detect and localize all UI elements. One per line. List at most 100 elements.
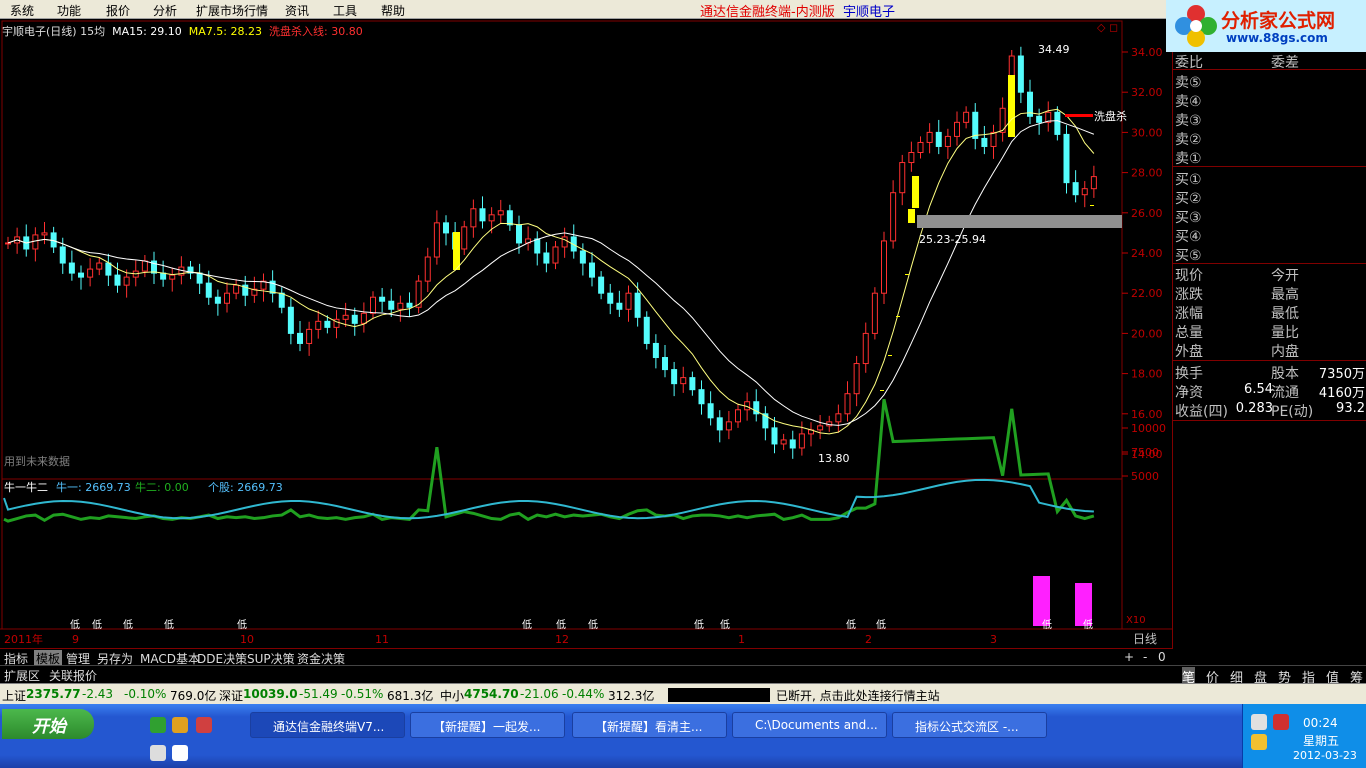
panel-sep xyxy=(1173,420,1366,421)
quicklaunch-keyboard-icon[interactable] xyxy=(150,745,166,761)
index-change-0: -2.43 xyxy=(82,687,114,701)
candle-body xyxy=(87,268,94,278)
candle-body xyxy=(899,162,906,194)
sell-level-4: 卖④ xyxy=(1175,94,1202,110)
candle-body xyxy=(479,208,486,222)
zoom-out-button[interactable]: - xyxy=(1143,650,1147,664)
candle-body xyxy=(662,357,668,371)
stat-value-2: 0.283 xyxy=(1235,401,1273,416)
quicklaunch-help-icon[interactable] xyxy=(172,745,188,761)
taskbar-button-4[interactable]: 指标公式交流区 -... xyxy=(892,712,1047,738)
zoom-reset-button[interactable]: 0 xyxy=(1158,650,1166,664)
y-tick-label: 28.00 xyxy=(1131,167,1163,180)
projection-dot xyxy=(896,316,900,317)
signal-bar xyxy=(453,232,460,270)
candle-body xyxy=(926,131,933,143)
candle-body xyxy=(707,403,714,419)
menu-item-3[interactable]: 分析 xyxy=(153,2,177,19)
chart-info-bar: 宇顺电子(日线) 15均 MA15: 29.10 MA7.5: 28.23 洗盘… xyxy=(2,23,363,39)
candle-body xyxy=(397,302,404,310)
stat-value2-1: 4160万 xyxy=(1318,386,1365,401)
tray-volume-icon[interactable] xyxy=(1251,734,1267,750)
chart-canvas[interactable]: ◇ ◻ 34.00 32.00 30.00 28.00 26.00 24.00 22.00 20… xyxy=(0,19,1172,649)
quote-label-3: 总量 xyxy=(1175,325,1203,341)
candle-body xyxy=(589,262,595,278)
tray-network-icon[interactable] xyxy=(1251,714,1267,730)
low-marker: 低 xyxy=(164,618,174,631)
candle-body xyxy=(1054,111,1061,135)
candle-body xyxy=(1017,55,1024,93)
candle-body xyxy=(1081,188,1088,196)
y-tick-label: 24.00 xyxy=(1131,247,1163,260)
windows-taskbar: 开始 通达信金融终端V7... 【新提醒】一起发... 【新提醒】看清主... C:\… xyxy=(0,704,1366,768)
taskbar-button-3[interactable]: C:\Documents and... xyxy=(732,712,887,738)
lower-tick-label: 7500 xyxy=(1131,446,1159,459)
index-value-2: 4754.70 xyxy=(464,687,519,701)
candle-body xyxy=(935,131,942,147)
disconnect-link[interactable]: 已断开, 点击此处连接行情主站 xyxy=(776,687,940,704)
candle-body xyxy=(643,316,650,344)
candle-body xyxy=(817,425,824,431)
index-amount-1: 681.3亿 xyxy=(387,689,434,703)
niu-signal-bar xyxy=(1033,576,1050,626)
candle-body xyxy=(1036,115,1043,123)
panel-tab-bar: 笔价细盘势指值筹 xyxy=(1172,665,1366,686)
menu-item-1[interactable]: 功能 xyxy=(57,2,81,19)
candle-body xyxy=(1063,133,1070,184)
buy-level-3: 买③ xyxy=(1175,210,1202,226)
x-tick-label: 1 xyxy=(738,633,745,646)
taskbar-button-0[interactable]: 通达信金融终端V7... xyxy=(250,712,405,738)
candle-body xyxy=(5,242,11,245)
tab-ext[interactable]: 扩展区 xyxy=(4,667,40,684)
kline-chart[interactable]: ◇ ◻ 34.00 32.00 30.00 28.00 26.00 24.00 22.00 20… xyxy=(0,19,1172,649)
system-tray: 00:24 星期五 2012-03-23 xyxy=(1242,704,1366,768)
candle-body xyxy=(196,272,203,284)
start-button[interactable]: 开始 xyxy=(2,709,94,739)
quicklaunch-folder-icon[interactable] xyxy=(172,717,188,733)
tray-date: 2012-03-23 xyxy=(1293,749,1357,762)
candle-body xyxy=(908,152,915,164)
y-tick-label: 16.00 xyxy=(1131,408,1163,421)
lower-title: 牛一牛二 xyxy=(4,480,48,494)
menu-item-2[interactable]: 报价 xyxy=(106,2,130,19)
low-marker: 低 xyxy=(237,618,247,631)
tray-app-icon[interactable] xyxy=(1273,714,1289,730)
chart-title: 宇顺电子(日线) 15均 xyxy=(2,25,106,38)
projection-dot xyxy=(880,390,884,391)
candle-body xyxy=(671,369,678,385)
tab-related[interactable]: 关联报价 xyxy=(49,667,97,684)
panel-sep xyxy=(1173,69,1366,70)
low-marker: 低 xyxy=(1083,618,1093,631)
candle-body xyxy=(160,272,167,280)
sell-level-3: 卖③ xyxy=(1175,113,1202,129)
quicklaunch-media-icon[interactable] xyxy=(196,717,212,733)
index-value-0: 2375.77 xyxy=(26,687,81,701)
signal-bar xyxy=(1008,75,1015,137)
menu-item-7[interactable]: 帮助 xyxy=(381,2,405,19)
x-tick-label: 2011年 xyxy=(4,632,43,646)
y-tick-label: 20.00 xyxy=(1131,327,1163,340)
high-label: 34.49 xyxy=(1038,43,1070,56)
menu-item-6[interactable]: 工具 xyxy=(333,2,357,19)
candle-body xyxy=(433,222,440,258)
candle-body xyxy=(214,296,221,304)
x-tick-label: 3 xyxy=(990,633,997,646)
index-name-2: 中小 xyxy=(440,689,465,703)
candle-body xyxy=(123,276,130,286)
quicklaunch-ie-icon[interactable] xyxy=(150,717,166,733)
menu-item-4[interactable]: 扩展市场行情 xyxy=(196,2,268,19)
wash-line-value: 洗盘杀入线: 30.80 xyxy=(269,25,363,38)
menu-item-0[interactable]: 系统 xyxy=(10,2,34,19)
indicator-tab-bar: 指标 模板 管理 另存为 MACD基本 DDE决策 SUP决策 资金决策 + -0 xyxy=(0,648,1172,667)
taskbar-button-2[interactable]: 【新提醒】看清主... xyxy=(572,712,727,738)
taskbar-button-1[interactable]: 【新提醒】一起发... xyxy=(410,712,565,738)
ma75-line xyxy=(7,108,1095,435)
zoom-in-button[interactable]: + xyxy=(1124,650,1134,664)
candle-body xyxy=(981,137,988,147)
stat-value-1: 6.54 xyxy=(1244,382,1273,397)
candle-body xyxy=(780,439,787,445)
future-data-note: 用到未来数据 xyxy=(4,454,70,468)
stat-label-0: 换手 xyxy=(1175,366,1203,382)
lower-stock: 个股: 2669.73 xyxy=(208,481,283,494)
menu-item-5[interactable]: 资讯 xyxy=(285,2,309,19)
